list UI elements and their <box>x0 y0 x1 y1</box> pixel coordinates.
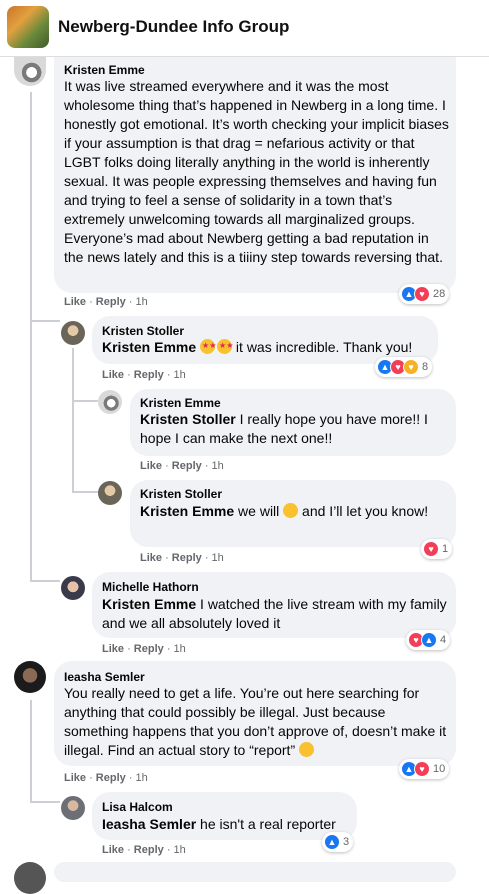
reaction-count[interactable]: ♥ 1 <box>421 539 453 559</box>
comment-author[interactable]: Kristen Emme <box>64 63 145 77</box>
comment-actions: Like · Reply · 1h <box>140 460 224 472</box>
mention[interactable]: Kristen Stoller <box>140 411 236 427</box>
comment-text: You really need to get a life. You’re ou… <box>64 684 450 760</box>
avatar[interactable] <box>98 481 122 505</box>
comment-body: we will <box>234 503 284 519</box>
comment-author[interactable]: Ieasha Semler <box>64 670 145 684</box>
like-link[interactable]: Like <box>64 296 86 308</box>
avatar[interactable] <box>98 390 122 414</box>
reaction-count[interactable]: ▲ ♥ 28 <box>399 284 450 304</box>
comment-text: It was live streamed everywhere and it w… <box>64 78 449 265</box>
like-reaction-icon: ▲ <box>324 834 340 850</box>
avatar[interactable] <box>61 321 85 345</box>
comment-bubble <box>54 862 456 882</box>
comment-actions: Like · Reply · 1h <box>64 772 148 784</box>
love-reaction-icon: ♥ <box>414 286 430 302</box>
comment-time[interactable]: 1h <box>174 643 186 655</box>
group-header: Newberg-Dundee Info Group <box>0 0 489 57</box>
reaction-count[interactable]: ▲ ♥ ♥ 8 <box>375 357 433 377</box>
reaction-number: 28 <box>433 288 446 300</box>
comment-author[interactable]: Michelle Hathorn <box>102 580 199 594</box>
avatar[interactable] <box>61 576 85 600</box>
reaction-count[interactable]: ▲ 3 <box>322 832 354 852</box>
comment-body: he isn't a real reporter <box>196 816 336 832</box>
like-reaction-icon: ▲ <box>421 632 437 648</box>
comment-actions: Like · Reply · 1h <box>102 844 186 856</box>
thread-line <box>30 92 32 582</box>
reaction-count[interactable]: ♥ ▲ 4 <box>406 630 451 650</box>
rolling-eyes-emoji-icon <box>299 742 314 757</box>
comment-time[interactable]: 1h <box>212 460 224 472</box>
like-link[interactable]: Like <box>140 460 162 472</box>
group-name[interactable]: Newberg-Dundee Info Group <box>58 17 289 37</box>
reaction-number: 8 <box>422 361 429 373</box>
like-link[interactable]: Like <box>102 369 124 381</box>
mention[interactable]: Ieasha Semler <box>102 816 196 832</box>
reply-link[interactable]: Reply <box>172 460 202 472</box>
thread-line <box>72 491 98 493</box>
reaction-number: 3 <box>343 836 350 848</box>
comment-body: You really need to get a life. You’re ou… <box>64 685 447 758</box>
thread-line <box>30 700 32 802</box>
comment-time[interactable]: 1h <box>212 552 224 564</box>
reaction-number: 10 <box>433 763 446 775</box>
comment-author[interactable]: Kristen Stoller <box>102 324 184 338</box>
mention[interactable]: Kristen Emme <box>102 596 196 612</box>
avatar[interactable] <box>14 661 46 693</box>
star-struck-emoji-icon: ★★ <box>200 339 216 354</box>
comment-time[interactable]: 1h <box>174 844 186 856</box>
reply-link[interactable]: Reply <box>172 552 202 564</box>
group-avatar[interactable] <box>7 6 49 48</box>
comment-author[interactable]: Kristen Stoller <box>140 487 222 501</box>
love-reaction-icon: ♥ <box>423 541 439 557</box>
avatar[interactable] <box>14 56 46 86</box>
comment-author[interactable]: Lisa Halcom <box>102 800 173 814</box>
comment-text: Kristen Emme ★★ ★★ it was incredible. Tha… <box>102 338 432 357</box>
comment-actions: Like · Reply · 1h <box>140 552 224 564</box>
comment-text: Kristen Stoller I really hope you have m… <box>140 410 450 448</box>
comment-time[interactable]: 1h <box>174 369 186 381</box>
reaction-number: 1 <box>442 543 449 555</box>
avatar[interactable] <box>14 862 46 894</box>
love-reaction-icon: ♥ <box>414 761 430 777</box>
thread-line <box>30 580 60 582</box>
thread-line <box>72 400 98 402</box>
reply-link[interactable]: Reply <box>96 296 126 308</box>
comment-text: Kristen Emme we will and I’ll let you kn… <box>140 502 430 521</box>
avatar[interactable] <box>61 796 85 820</box>
care-reaction-icon: ♥ <box>403 359 419 375</box>
comment-body: it was incredible. Thank you! <box>232 339 413 355</box>
comment-actions: Like · Reply · 1h <box>102 643 186 655</box>
mention[interactable]: Kristen Emme <box>140 503 234 519</box>
comment-text: Kristen Emme I watched the live stream w… <box>102 595 447 633</box>
thread-line <box>30 320 60 322</box>
like-link[interactable]: Like <box>140 552 162 564</box>
star-struck-emoji-icon: ★★ <box>217 339 233 354</box>
comment-actions: Like · Reply · 1h <box>102 369 186 381</box>
mention[interactable]: Kristen Emme <box>102 339 196 355</box>
reply-link[interactable]: Reply <box>134 643 164 655</box>
thread-line <box>30 801 60 803</box>
reply-link[interactable]: Reply <box>134 369 164 381</box>
reaction-count[interactable]: ▲ ♥ 10 <box>399 759 450 779</box>
thread-line <box>72 348 74 492</box>
comment-text: Ieasha Semler he isn't a real reporter <box>102 815 352 834</box>
comment-actions: Like · Reply · 1h <box>64 296 148 308</box>
reply-link[interactable]: Reply <box>96 772 126 784</box>
reaction-number: 4 <box>440 634 447 646</box>
comment-time[interactable]: 1h <box>136 296 148 308</box>
winking-face-emoji-icon <box>283 503 299 518</box>
comment-author[interactable]: Kristen Emme <box>140 396 221 410</box>
like-link[interactable]: Like <box>64 772 86 784</box>
comment-body: and I’ll let you know! <box>298 503 429 519</box>
like-link[interactable]: Like <box>102 844 124 856</box>
comment-time[interactable]: 1h <box>136 772 148 784</box>
like-link[interactable]: Like <box>102 643 124 655</box>
reply-link[interactable]: Reply <box>134 844 164 856</box>
